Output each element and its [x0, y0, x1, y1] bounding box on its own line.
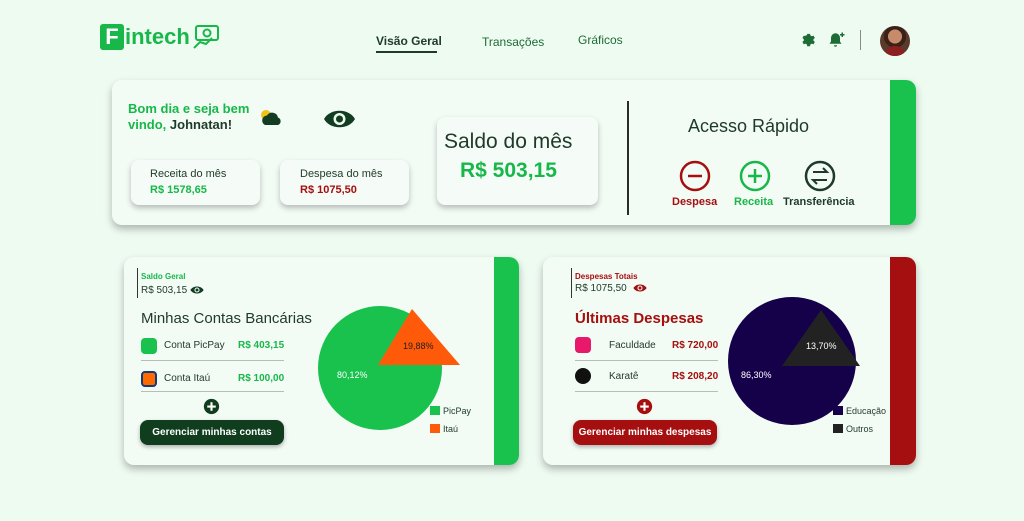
legend-swatch-educacao	[833, 406, 843, 415]
gerenciar-despesas-button[interactable]: Gerenciar minhas despesas	[573, 420, 717, 445]
balance-divider	[571, 268, 572, 298]
quick-receita-label[interactable]: Receita	[734, 196, 773, 208]
despesas-totais-label: Despesas Totais	[575, 272, 638, 281]
active-tab-indicator	[376, 51, 437, 53]
despesa-title: Despesa do mês	[300, 168, 383, 180]
saldo-title: Saldo do mês	[444, 130, 573, 153]
eye-icon[interactable]	[323, 105, 356, 133]
pie-label-itau: 19,88%	[403, 341, 434, 351]
conta-itau-name: Conta Itaú	[164, 373, 211, 384]
summary-card-accent	[890, 80, 916, 225]
transfer-icon[interactable]	[804, 160, 836, 192]
header-divider	[860, 30, 861, 50]
row-divider	[575, 360, 718, 361]
legend-outros: Outros	[846, 424, 874, 434]
summary-divider	[627, 101, 629, 215]
itau-icon	[141, 371, 157, 387]
avatar[interactable]	[880, 26, 910, 56]
tab-visao-geral[interactable]: Visão Geral	[376, 34, 442, 48]
despesas-totais-value: R$ 1075,50	[575, 283, 627, 294]
quick-despesa-label[interactable]: Despesa	[672, 196, 717, 208]
tab-graficos[interactable]: Gráficos	[578, 33, 623, 47]
acesso-rapido-title: Acesso Rápido	[688, 116, 810, 136]
eye-icon[interactable]	[190, 284, 204, 296]
conta-picpay-name: Conta PicPay	[164, 340, 225, 351]
legend-swatch-picpay	[430, 406, 440, 415]
user-name: Johnatan!	[169, 117, 233, 132]
contas-title: Minhas Contas Bancárias	[141, 310, 312, 327]
row-divider	[141, 360, 284, 361]
row-divider	[575, 391, 718, 392]
despesas-card-accent	[890, 257, 916, 465]
pie-label-picpay: 80,12%	[337, 370, 368, 380]
tab-transacoes[interactable]: Transações	[482, 35, 544, 49]
receita-value: R$ 1578,65	[150, 184, 207, 196]
quick-transferencia-label[interactable]: Transferência	[783, 196, 855, 208]
balance-divider	[137, 268, 138, 298]
receita-title: Receita do mês	[150, 168, 227, 180]
logo-letter: F	[100, 24, 124, 50]
contas-card-accent	[494, 257, 519, 465]
plus-circle-icon[interactable]	[739, 160, 771, 192]
row-divider	[141, 391, 284, 392]
despesa-value: R$ 1075,50	[300, 184, 357, 196]
conta-picpay-value: R$ 403,15	[238, 340, 285, 351]
greeting: Bom dia e seja bem vindo, Johnatan!	[128, 101, 268, 133]
add-conta-icon[interactable]	[203, 398, 220, 415]
receita-card[interactable]	[131, 160, 260, 205]
despesa-faculdade-name: Faculdade	[609, 340, 656, 351]
eye-icon[interactable]	[633, 282, 647, 294]
logo-text: intech	[125, 24, 190, 49]
legend-itau: Itaú	[443, 424, 459, 434]
conta-itau-value: R$ 100,00	[238, 373, 285, 384]
weather-icon	[261, 110, 281, 125]
logo[interactable]: F intech	[100, 24, 220, 50]
add-despesa-icon[interactable]	[636, 398, 653, 415]
legend-educacao: Educação	[846, 406, 887, 416]
despesa-karate-value: R$ 208,20	[672, 371, 719, 382]
faculdade-icon	[575, 337, 591, 353]
gear-icon[interactable]	[799, 31, 816, 48]
legend-picpay: PicPay	[443, 406, 472, 416]
pie-label-educacao: 86,30%	[741, 370, 772, 380]
pie-label-outros: 13,70%	[806, 341, 837, 351]
saldo-geral-value: R$ 503,15	[141, 285, 188, 296]
bell-add-icon[interactable]	[828, 31, 846, 49]
despesas-title: Últimas Despesas	[575, 310, 704, 327]
legend-swatch-outros	[833, 424, 843, 433]
money-icon	[193, 25, 219, 49]
saldo-geral-label: Saldo Geral	[141, 272, 186, 281]
despesa-karate-name: Karatê	[609, 371, 639, 382]
despesa-faculdade-value: R$ 720,00	[672, 340, 719, 351]
minus-circle-icon[interactable]	[679, 160, 711, 192]
saldo-value: R$ 503,15	[460, 159, 557, 182]
karate-icon	[575, 368, 591, 384]
legend-swatch-itau	[430, 424, 440, 433]
picpay-icon	[141, 338, 157, 354]
despesa-card[interactable]	[280, 160, 409, 205]
gerenciar-contas-button[interactable]: Gerenciar minhas contas	[140, 420, 284, 445]
